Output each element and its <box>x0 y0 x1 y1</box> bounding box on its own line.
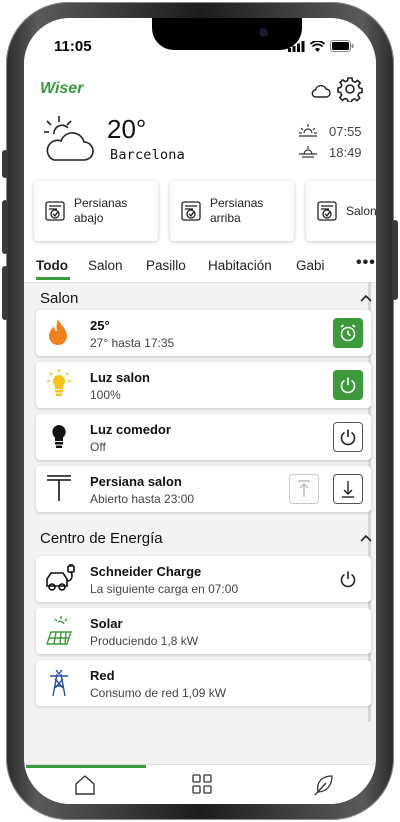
device-card-schneider-charge[interactable]: Schneider Charge La siguiente carga en 0… <box>36 556 371 602</box>
bulb-on-icon <box>47 369 71 396</box>
sunset-time: 18:49 <box>329 145 362 160</box>
ev-charger-icon <box>46 564 75 591</box>
power-icon <box>340 377 356 394</box>
leaf-icon[interactable] <box>314 774 334 796</box>
device-title: Solar <box>90 616 123 631</box>
device-subtitle: Abierto hasta 23:00 <box>90 492 195 506</box>
device-title: Schneider Charge <box>90 564 202 579</box>
gear-icon[interactable] <box>337 76 363 102</box>
volume-up-button <box>2 200 8 254</box>
section-title-salon: Salon <box>40 290 79 307</box>
scene-label: Salon <box>346 203 376 218</box>
chevron-up-icon[interactable] <box>360 294 372 302</box>
power-tower-icon <box>50 669 68 697</box>
status-time: 11:05 <box>54 38 92 55</box>
tab-habitacion[interactable]: Habitación <box>208 258 272 273</box>
sun-behind-cloud-icon <box>44 116 94 161</box>
power-toggle-button[interactable] <box>333 564 363 594</box>
mute-switch <box>2 150 8 178</box>
scene-row: Persianas abajo Persianas arriba Salon <box>24 181 376 245</box>
city: Barcelona <box>110 147 185 163</box>
wiser-logo: Wiser <box>40 80 84 97</box>
scene-card[interactable]: Persianas abajo <box>34 181 158 241</box>
tab-pasillo[interactable]: Pasillo <box>146 258 186 273</box>
device-title: Red <box>90 668 115 683</box>
room-tabs: Todo Salon Pasillo Habitación Gabi ••• <box>24 252 376 283</box>
device-card-red[interactable]: Red Consumo de red 1,09 kW <box>36 660 371 706</box>
device-title: Persiana salon <box>90 474 182 489</box>
device-card-thermostat[interactable]: 25° 27° hasta 17:35 <box>36 310 371 356</box>
device-subtitle: Off <box>90 440 106 454</box>
timer-button[interactable] <box>333 318 363 348</box>
notch <box>152 18 302 50</box>
active-tab-indicator <box>36 277 70 280</box>
device-subtitle: Consumo de red 1,09 kW <box>90 686 227 700</box>
temperature: 20° <box>107 114 147 144</box>
device-title: Luz comedor <box>90 422 171 437</box>
screen: 11:05 Wiser 20° Barcelona 07:55 18:49 Pe… <box>24 18 376 804</box>
tab-gabi[interactable]: Gabi <box>296 258 325 273</box>
timer-icon <box>340 324 356 342</box>
scene-card[interactable]: Salon <box>306 181 376 241</box>
more-tabs-icon[interactable]: ••• <box>356 254 376 272</box>
blind-up-button[interactable] <box>289 474 319 504</box>
battery-icon <box>330 40 354 52</box>
scene-icon <box>317 201 337 221</box>
scene-icon <box>181 201 201 221</box>
cloud-icon[interactable] <box>311 84 331 98</box>
section-title-energy: Centro de Energía <box>40 530 163 547</box>
scene-label: Persianas arriba <box>210 196 264 225</box>
scene-card[interactable]: Persianas arriba <box>170 181 294 241</box>
sunrise-icon <box>299 124 317 137</box>
device-card-solar[interactable]: Solar Produciendo 1,8 kW <box>36 608 371 654</box>
sunrise-time: 07:55 <box>329 124 362 139</box>
power-icon <box>340 429 356 446</box>
device-card-persiana-salon[interactable]: Persiana salon Abierto hasta 23:00 <box>36 466 371 512</box>
header-panel: 11:05 Wiser 20° Barcelona 07:55 18:49 Pe… <box>24 18 376 253</box>
grid-icon[interactable] <box>192 774 212 794</box>
device-card-luz-salon[interactable]: Luz salon 100% <box>36 362 371 408</box>
device-subtitle: La siguiente carga en 07:00 <box>90 582 239 596</box>
device-subtitle: 100% <box>90 388 121 402</box>
home-icon[interactable] <box>74 774 96 796</box>
active-nav-indicator <box>26 765 146 768</box>
bottom-nav <box>24 764 376 804</box>
status-icons <box>288 40 354 52</box>
tab-todo[interactable]: Todo <box>36 258 68 273</box>
blind-icon <box>47 475 71 501</box>
chevron-up-icon[interactable] <box>360 534 372 542</box>
power-toggle-button[interactable] <box>333 370 363 400</box>
flame-icon <box>49 319 67 345</box>
blind-down-button[interactable] <box>333 474 363 504</box>
arrow-down-icon <box>342 481 354 498</box>
power-button <box>392 220 398 300</box>
device-title: Luz salon <box>90 370 150 385</box>
arrow-up-icon <box>298 480 310 497</box>
solar-panel-icon <box>46 616 72 645</box>
volume-down-button <box>2 266 8 320</box>
power-icon <box>340 571 356 588</box>
scene-icon <box>45 201 65 221</box>
scene-label: Persianas abajo <box>74 196 128 225</box>
wifi-icon <box>310 40 325 52</box>
device-subtitle: Produciendo 1,8 kW <box>90 634 199 648</box>
sunset-icon <box>299 146 317 158</box>
tab-salon[interactable]: Salon <box>88 258 123 273</box>
device-title: 25° <box>90 318 110 333</box>
device-card-luz-comedor[interactable]: Luz comedor Off <box>36 414 371 460</box>
bulb-off-icon <box>52 425 66 448</box>
power-toggle-button[interactable] <box>333 422 363 452</box>
device-subtitle: 27° hasta 17:35 <box>90 336 175 350</box>
